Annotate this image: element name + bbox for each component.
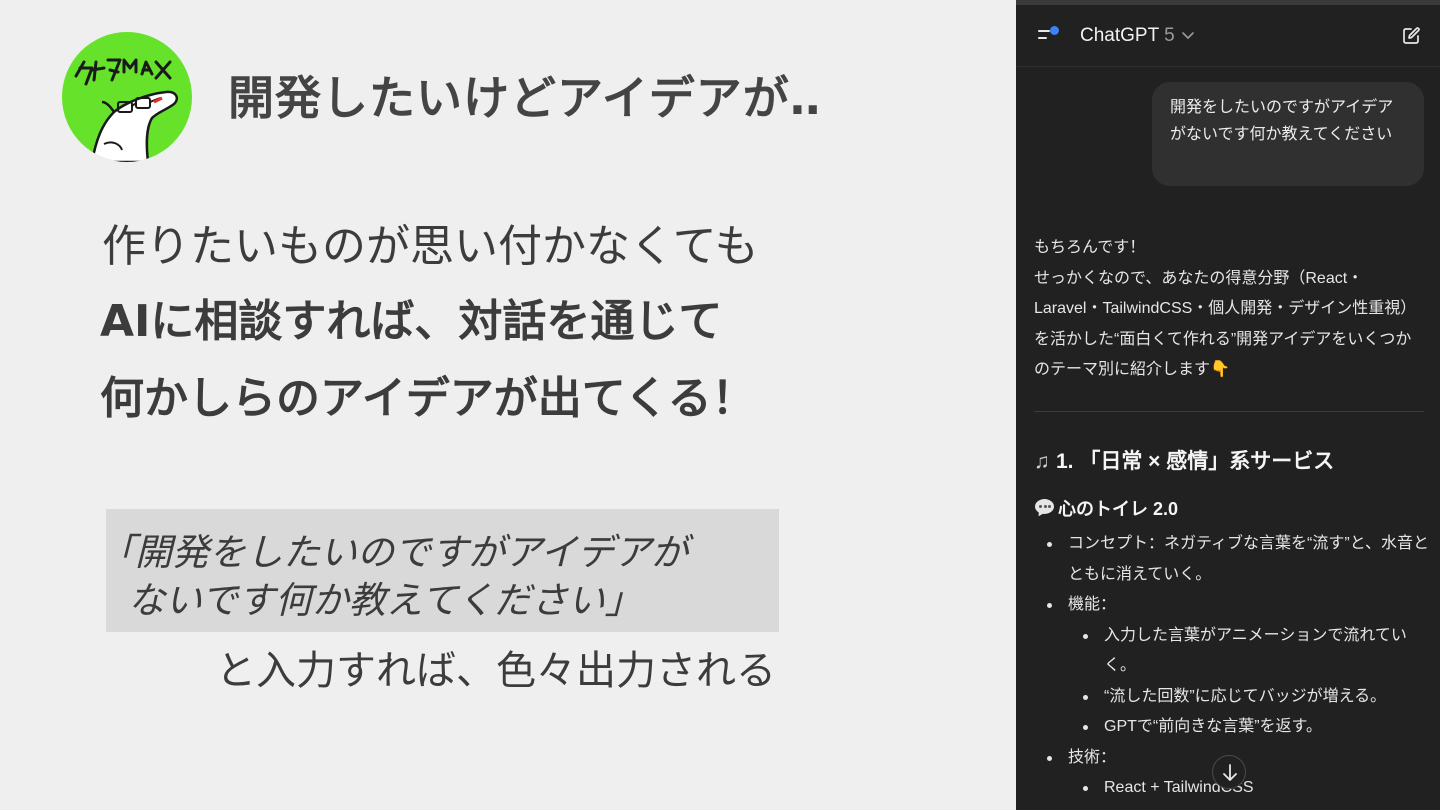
chevron-down-icon[interactable] xyxy=(1180,27,1196,43)
quote-line-1: 「開発をしたいのですがアイデアが xyxy=(98,531,689,574)
section-divider xyxy=(1034,411,1424,412)
list-item: GPTで“前向きな言葉”を返す。 xyxy=(1034,712,1434,743)
model-name: ChatGPT xyxy=(1080,25,1159,46)
notification-dot-icon xyxy=(1050,26,1059,35)
menu-line-icon xyxy=(1038,37,1047,39)
slide-text-line-1: 作りたいものが思い付かなくても xyxy=(102,221,759,272)
horse-mascot-icon xyxy=(74,58,178,162)
arrow-down-icon xyxy=(1223,764,1237,781)
slide-text-line-3: 何かしらのアイデアが出てくる！ xyxy=(100,373,756,424)
answer-body: せっかくなので、あなたの得意分野（React・Laravel・TailwindC… xyxy=(1034,269,1417,379)
item-heading-text: 心のトイレ 2.0 xyxy=(1058,499,1179,519)
slide-text-line-2: AIに相談すれば、対話を通じて xyxy=(100,296,723,347)
quote-line-2: ないです何か教えてください」 xyxy=(128,579,642,622)
list-item: 入力した言葉がアニメーションで流れていく。 xyxy=(1034,621,1434,682)
chat-panel: ChatGPT 5 開発をしたいのですがアイデアがないです何か教えてください も… xyxy=(1016,0,1440,810)
list-item: コンセプト：ネガティブな言葉を“流す”と、水音とともに消えていく。 xyxy=(1034,529,1434,590)
chat-topbar: ChatGPT 5 xyxy=(1016,5,1440,67)
list-item: 機能： xyxy=(1034,590,1434,621)
new-chat-edit-icon[interactable] xyxy=(1400,25,1422,47)
logo-avatar xyxy=(62,32,192,162)
model-selector[interactable]: ChatGPT 5 xyxy=(1080,25,1175,47)
list-item: “流した回数”に応じてバッジが増える。 xyxy=(1034,682,1434,713)
speech-bubble-icon xyxy=(1034,499,1058,519)
item-heading: 心のトイレ 2.0 xyxy=(1034,495,1178,521)
section-heading-text: 1. 「日常 × 感情」系サービス xyxy=(1056,450,1335,473)
slide: 開発したいけどアイデアが‥ 作りたいものが思い付かなくても AIに相談すれば、対… xyxy=(0,0,1016,810)
slide-title: 開発したいけどアイデアが‥ xyxy=(228,71,822,125)
slide-text-after-quote: と入力すれば、色々出力される xyxy=(216,648,776,694)
answer-intro: もちろんです！ xyxy=(1034,239,1146,256)
sidebar-toggle-button[interactable] xyxy=(1036,25,1062,47)
menu-line-icon xyxy=(1038,30,1050,32)
model-version: 5 xyxy=(1164,25,1175,46)
user-message-bubble: 開発をしたいのですがアイデアがないです何か教えてください xyxy=(1152,82,1424,186)
scroll-to-bottom-button[interactable] xyxy=(1212,755,1246,789)
assistant-answer: もちろんです！ せっかくなので、あなたの得意分野（React・Laravel・T… xyxy=(1034,233,1426,386)
musical-note-icon: ♫ xyxy=(1034,450,1050,473)
section-heading: ♫ 1. 「日常 × 感情」系サービス xyxy=(1034,445,1334,475)
